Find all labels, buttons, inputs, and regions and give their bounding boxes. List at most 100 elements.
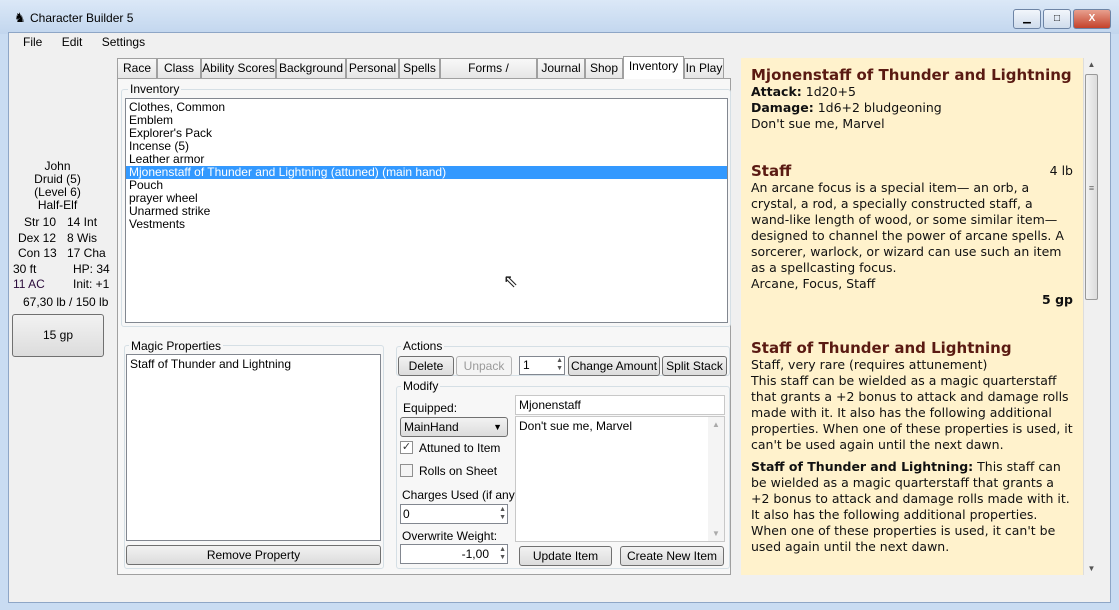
detail-note: Don't sue me, Marvel [751, 116, 885, 131]
unpack-button[interactable]: Unpack [456, 356, 512, 376]
inventory-item[interactable]: Mjonenstaff of Thunder and Lightning (at… [126, 166, 727, 179]
equipped-dropdown[interactable]: MainHand ▼ [400, 417, 508, 437]
inventory-item[interactable]: Emblem [126, 114, 727, 127]
base-item-title: Staff [751, 162, 792, 180]
tab-personal[interactable]: Personal [346, 58, 399, 78]
attuned-checkbox[interactable]: ✓ [400, 441, 413, 454]
int-score: 14 Int [67, 215, 98, 229]
chevron-down-icon: ▼ [493, 422, 502, 432]
character-summary: John Druid (5) (Level 6) Half-Elf [10, 160, 105, 212]
rolls-on-sheet-label: Rolls on Sheet [419, 464, 498, 478]
amount-spinner[interactable]: 1 ▲ ▼ [519, 356, 565, 375]
scroll-thumb[interactable]: ≡ [1085, 74, 1098, 300]
inventory-list[interactable]: Clothes, Common Emblem Explorer's Pack Ince… [125, 98, 728, 323]
wis-score: 8 Wis [67, 230, 97, 245]
inventory-item[interactable]: Incense (5) [126, 140, 727, 153]
attack-value: 1d20+5 [805, 84, 856, 99]
gold-button[interactable]: 15 gp [12, 314, 104, 357]
equipped-value: MainHand [404, 420, 459, 434]
magic-properties-label: Magic Properties [129, 339, 224, 353]
title-bar [0, 0, 1119, 34]
inventory-item[interactable]: prayer wheel [126, 192, 727, 205]
update-item-button[interactable]: Update Item [519, 546, 612, 566]
inventory-item[interactable]: Clothes, Common [126, 101, 727, 114]
armor-class: 11 AC [13, 277, 45, 291]
scroll-up-icon[interactable]: ▲ [1084, 60, 1099, 69]
tab-spells[interactable]: Spells [399, 58, 440, 78]
spinner-arrows-icon[interactable]: ▲ ▼ [499, 546, 506, 562]
tab-inventory[interactable]: Inventory [623, 56, 684, 79]
base-item-cost: 5 gp [1042, 292, 1073, 307]
magic-property-label: Staff of Thunder and Lightning: [751, 459, 974, 474]
inventory-item[interactable]: Vestments [126, 218, 727, 231]
charges-value: 0 [403, 507, 410, 521]
tab-in-play[interactable]: In Play [684, 58, 724, 78]
tab-class[interactable]: Class [157, 58, 201, 78]
str-score: Str 10 [24, 215, 57, 229]
damage-label: Damage: [751, 100, 814, 115]
magic-property-item[interactable]: Staff of Thunder and Lightning [127, 358, 380, 371]
spinner-arrows-icon[interactable]: ▲ ▼ [556, 357, 563, 373]
dex-score: Dex 12 [18, 230, 57, 245]
menu-bar: File Edit Settings [23, 35, 161, 49]
equipped-label: Equipped: [403, 401, 458, 415]
tab-background[interactable]: Background [276, 58, 346, 78]
menu-settings[interactable]: Settings [102, 35, 145, 49]
menu-edit[interactable]: Edit [62, 35, 83, 49]
item-name-input[interactable]: Mjonenstaff [515, 395, 725, 415]
attuned-label: Attuned to Item [419, 441, 501, 455]
item-description-textarea[interactable]: Don't sue me, Marvel ▲ ▼ [515, 416, 725, 542]
base-item-weight: 4 lb [1049, 163, 1073, 178]
weight-value: -1,00 [461, 547, 489, 561]
cha-score: 17 Cha [67, 246, 106, 260]
tab-journal[interactable]: Journal [537, 58, 585, 78]
tab-shop[interactable]: Shop [585, 58, 623, 78]
inventory-item[interactable]: Explorer's Pack [126, 127, 727, 140]
weight-label: Overwrite Weight: [402, 529, 498, 543]
window-title: Character Builder 5 [30, 11, 134, 25]
scroll-down-icon[interactable]: ▼ [1084, 564, 1099, 573]
character-race: Half-Elf [37, 198, 78, 212]
base-item-description: An arcane focus is a special item— an or… [751, 180, 1064, 275]
amount-value: 1 [523, 358, 530, 372]
actions-label: Actions [401, 339, 445, 353]
remove-property-button[interactable]: Remove Property [126, 545, 381, 565]
charges-spinner[interactable]: 0 ▲ ▼ [400, 504, 508, 524]
charges-label: Charges Used (if any): [402, 488, 523, 502]
rolls-on-sheet-checkbox[interactable] [400, 464, 413, 477]
magic-item-description: This staff can be wielded as a magic qua… [751, 373, 1073, 452]
modify-label: Modify [401, 379, 441, 393]
inventory-item[interactable]: Unarmed strike [126, 205, 727, 218]
con-score: Con 13 [18, 246, 57, 260]
hit-points: HP: 34 [73, 262, 110, 276]
item-detail-pane: Mjonenstaff of Thunder and Lightning Att… [741, 58, 1083, 575]
detail-scrollbar[interactable]: ▲ ≡ ▼ [1083, 58, 1099, 575]
maximize-button[interactable]: □ [1043, 9, 1071, 29]
spinner-arrows-icon[interactable]: ▲ ▼ [499, 506, 506, 522]
tab-ability-scores[interactable]: Ability Scores [201, 58, 276, 78]
mouse-cursor-icon: ⇖ [503, 271, 519, 291]
tab-forms-summons[interactable]: Forms / Summons [440, 58, 537, 94]
magic-properties-list[interactable]: Staff of Thunder and Lightning [126, 354, 381, 541]
change-amount-button[interactable]: Change Amount [568, 356, 660, 376]
attack-label: Attack: [751, 84, 802, 99]
minimize-button[interactable]: ▁ [1013, 9, 1041, 29]
damage-value: 1d6+2 bludgeoning [817, 100, 942, 115]
delete-button[interactable]: Delete [398, 356, 454, 376]
menu-file[interactable]: File [23, 35, 42, 49]
base-item-tags: Arcane, Focus, Staff [751, 276, 876, 291]
description-text: Don't sue me, Marvel [519, 419, 632, 433]
close-button[interactable]: X [1073, 9, 1111, 29]
detail-title: Mjonenstaff of Thunder and Lightning [751, 66, 1072, 84]
weight-spinner[interactable]: -1,00 ▲ ▼ [400, 544, 508, 564]
split-stack-button[interactable]: Split Stack [662, 356, 727, 376]
magic-item-title: Staff of Thunder and Lightning [751, 339, 1012, 357]
carry-weight: 67,30 lb / 150 lb [23, 295, 109, 309]
inventory-item[interactable]: Pouch [126, 179, 727, 192]
inventory-group-label: Inventory [128, 82, 182, 96]
description-scrollbar[interactable]: ▲ ▼ [708, 417, 724, 541]
create-new-item-button[interactable]: Create New Item [620, 546, 724, 566]
speed: 30 ft [13, 262, 37, 276]
magic-item-type: Staff, very rare (requires attunement) [751, 357, 988, 372]
tab-race[interactable]: Race [117, 58, 157, 78]
